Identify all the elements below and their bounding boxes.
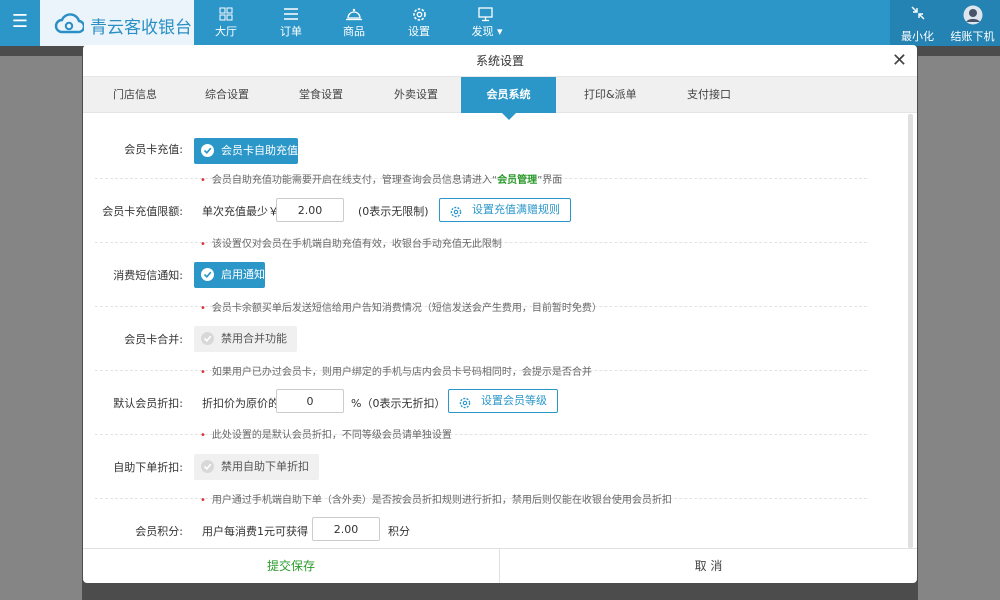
settings-dialog: 系统设置 ✕ 门店信息 综合设置 堂食设置 外卖设置 会员系统 打印&派单 支付… xyxy=(83,45,917,583)
nav-label: 商品 xyxy=(343,25,365,38)
discount-prefix: 折扣价为原价的 xyxy=(202,397,279,410)
member-level-button[interactable]: 设置会员等级 xyxy=(448,389,558,413)
caret-down-icon: ▾ xyxy=(496,25,503,38)
row-card-merge: 会员卡合并: 禁用合并功能 • 如果用户已办过会员卡，则用户绑定的手机与店内会员卡… xyxy=(95,307,867,378)
points-prefix: 用户每消费1元可获得 xyxy=(202,525,308,538)
top-bar: ☰ 青云客收银台 大厅 订单 商品 设置 发现 ▾ 最小化 结账下机 xyxy=(0,0,1000,46)
shift-end-button[interactable]: 结账下机 xyxy=(945,0,1000,46)
default-discount-input[interactable] xyxy=(276,389,344,413)
tab-general[interactable]: 综合设置 xyxy=(205,77,249,113)
tab-print-dispatch[interactable]: 打印&派单 xyxy=(584,77,637,113)
dialog-title: 系统设置 xyxy=(83,45,917,77)
points-suffix: 积分 xyxy=(388,525,410,538)
field-label: 默认会员折扣: xyxy=(113,397,183,410)
avatar xyxy=(945,0,1000,28)
dialog-footer: 提交保存 取 消 xyxy=(83,548,917,583)
tab-takeout[interactable]: 外卖设置 xyxy=(394,77,438,113)
minimize-button[interactable]: 最小化 xyxy=(890,0,945,46)
self-recharge-toggle[interactable]: 会员卡自助充值 xyxy=(194,138,298,164)
submit-save-button[interactable]: 提交保存 xyxy=(83,549,500,583)
check-icon xyxy=(201,332,214,345)
toggle-label: 启用通知 xyxy=(221,268,265,281)
field-label: 会员卡充值限额: xyxy=(102,205,183,218)
field-label: 会员卡合并: xyxy=(124,333,183,346)
nav-settings[interactable]: 设置 xyxy=(389,0,449,46)
row-sms-notice: 消费短信通知: 启用通知 • 会员卡余额买单后发送短信给用户告知消费情况（短信发送… xyxy=(95,243,867,314)
merge-toggle[interactable]: 禁用合并功能 xyxy=(194,326,297,352)
limit-prefix: 单次充值最少￥ xyxy=(202,205,279,218)
field-label: 消费短信通知: xyxy=(113,269,183,282)
nav-products[interactable]: 商品 xyxy=(324,0,384,46)
member-settings-form: 会员卡充值: 会员卡自助充值 • 会员自助充值功能需要开启在线支付，管理查询会员信… xyxy=(83,114,917,548)
hamburger-menu-icon[interactable]: ☰ xyxy=(0,0,40,46)
discount-suffix: %（0表示无折扣） xyxy=(351,397,446,410)
tab-dine-in[interactable]: 堂食设置 xyxy=(299,77,343,113)
shrink-icon xyxy=(890,0,945,28)
monitor-icon xyxy=(452,0,522,26)
gear-icon xyxy=(389,0,449,26)
row-card-recharge: 会员卡充值: 会员卡自助充值 • 会员自助充值功能需要开启在线支付，管理查询会员信… xyxy=(95,120,867,186)
points-per-yuan-input[interactable] xyxy=(312,517,380,541)
nav-label: 订单 xyxy=(280,25,302,38)
row-recharge-limit: 会员卡充值限额: 单次充值最少￥ (0表示无限制) 设置充值满赠规则 •该设置仅… xyxy=(95,179,867,250)
limit-hint: (0表示无限制) xyxy=(358,205,429,218)
list-icon xyxy=(261,0,321,26)
button-label: 设置会员等级 xyxy=(481,394,547,407)
toggle-label: 会员卡自助充值 xyxy=(221,144,298,157)
nav-label: 大厅 xyxy=(215,25,237,38)
gear-icon xyxy=(450,204,462,226)
tab-store-info[interactable]: 门店信息 xyxy=(113,77,157,113)
nav-label: 发现 ▾ xyxy=(471,25,503,38)
nav-orders[interactable]: 订单 xyxy=(261,0,321,46)
button-label: 设置充值满赠规则 xyxy=(472,203,560,216)
cloud-logo-icon xyxy=(54,13,84,34)
check-icon xyxy=(201,460,214,473)
settings-tabs: 门店信息 综合设置 堂食设置 外卖设置 会员系统 打印&派单 支付接口 xyxy=(83,77,917,120)
field-label: 会员积分: xyxy=(135,525,183,538)
close-icon[interactable]: ✕ xyxy=(892,51,907,71)
check-icon xyxy=(201,144,214,157)
recharge-bonus-rules-button[interactable]: 设置充值满赠规则 xyxy=(439,198,571,222)
row-self-order-discount: 自助下单折扣: 禁用自助下单折扣 • 用户通过手机端自助下单（含外卖）是否按会员折… xyxy=(95,435,867,506)
row-default-discount: 默认会员折扣: 折扣价为原价的 %（0表示无折扣） 设置会员等级 •此处设置的是… xyxy=(95,371,867,441)
nav-discover[interactable]: 发现 ▾ xyxy=(452,0,522,46)
dish-icon xyxy=(324,0,384,26)
toggle-label: 禁用合并功能 xyxy=(221,332,287,345)
nav-lobby[interactable]: 大厅 xyxy=(196,0,256,46)
toggle-label: 禁用自助下单折扣 xyxy=(221,460,309,473)
tab-member-system[interactable]: 会员系统 xyxy=(461,77,556,120)
grid-icon xyxy=(196,0,256,26)
check-icon xyxy=(201,268,214,281)
minimize-label: 最小化 xyxy=(901,30,934,43)
min-recharge-input[interactable] xyxy=(276,198,344,222)
scrollbar[interactable] xyxy=(908,114,913,548)
row-member-points: 会员积分: 用户每消费1元可获得 积分 xyxy=(95,499,867,548)
field-label: 会员卡充值: xyxy=(124,143,183,156)
tab-payment[interactable]: 支付接口 xyxy=(687,77,731,113)
gear-icon xyxy=(459,395,471,417)
app-name: 青云客收银台 xyxy=(90,18,192,38)
shift-end-label: 结账下机 xyxy=(950,30,995,43)
cancel-button[interactable]: 取 消 xyxy=(500,549,917,583)
sms-notice-toggle[interactable]: 启用通知 xyxy=(194,262,265,288)
self-order-discount-toggle[interactable]: 禁用自助下单折扣 xyxy=(194,454,319,480)
app-logo: 青云客收银台 xyxy=(40,0,194,46)
field-label: 自助下单折扣: xyxy=(113,461,183,474)
nav-label: 设置 xyxy=(408,25,430,38)
